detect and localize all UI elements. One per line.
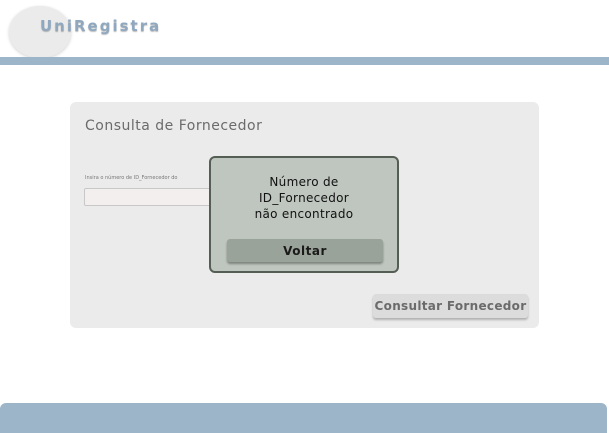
not-found-dialog: Número de ID_Fornecedor não encontrado V… (209, 156, 399, 273)
footer-bar (0, 403, 607, 433)
voltar-button[interactable]: Voltar (227, 239, 383, 262)
card-title: Consulta de Fornecedor (85, 118, 263, 134)
dialog-message-line-3: não encontrado (254, 207, 354, 221)
dialog-message: Número de ID_Fornecedor não encontrado (211, 174, 397, 222)
id-field-label: Insira o número de ID_Fornecedor do (85, 175, 178, 181)
id-fornecedor-input[interactable] (84, 188, 214, 206)
consultar-fornecedor-button[interactable]: Consultar Fornecedor (373, 294, 528, 318)
brand-logo: UniRegistra (40, 17, 162, 35)
dialog-message-line-1: Número de (269, 175, 339, 189)
header-divider-bar (0, 57, 609, 65)
dialog-message-line-2: ID_Fornecedor (258, 191, 350, 205)
